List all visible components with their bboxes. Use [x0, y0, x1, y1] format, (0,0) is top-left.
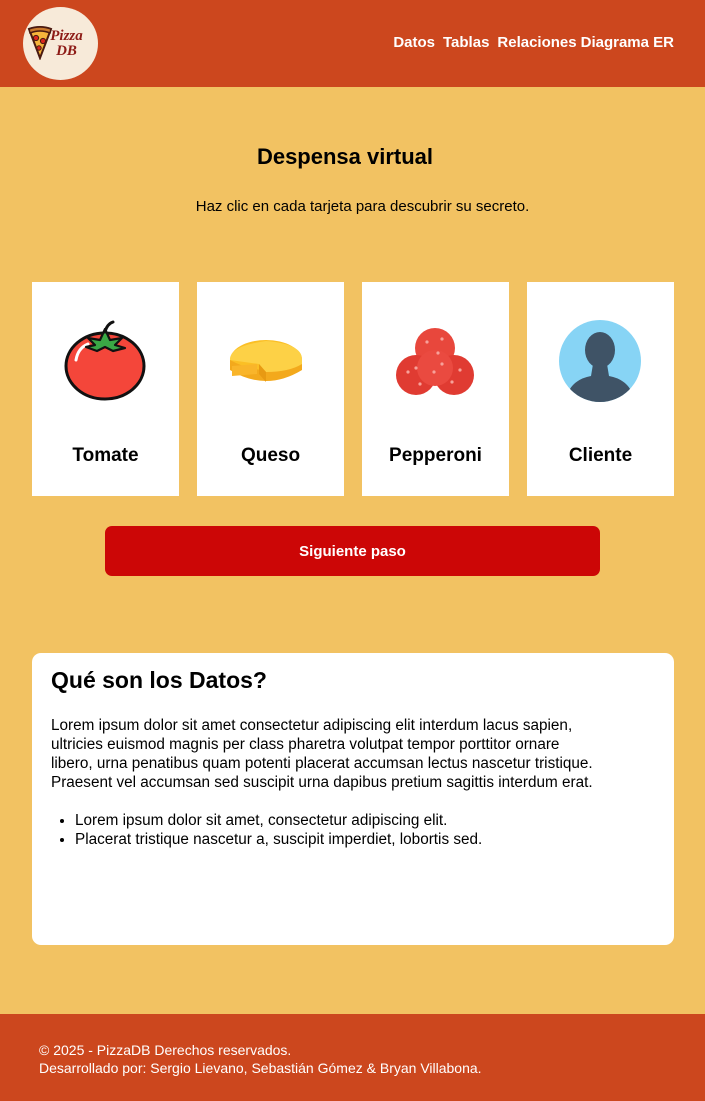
card-label: Cliente [568, 445, 633, 466]
card-pepperoni[interactable]: Pepperoni [362, 282, 509, 496]
next-step-button[interactable]: Siguiente paso [105, 526, 600, 576]
site-header: Pizza DB Datos Tablas Relaciones Diagram… [0, 0, 705, 87]
nav-link-relaciones[interactable]: Relaciones [497, 34, 576, 51]
logo-text: Pizza DB [50, 27, 83, 59]
nav-link-diagrama-er[interactable]: Diagrama ER [581, 34, 674, 51]
info-title: Qué son los Datos? [51, 667, 267, 693]
user-avatar-icon [559, 320, 641, 402]
page-title: Despensa virtual [256, 144, 434, 169]
info-bullet-list: Lorem ipsum dolor sit amet, consectetur … [51, 811, 655, 849]
tomato-icon [64, 320, 146, 401]
site-footer: © 2025 - PizzaDB Derechos reservados. De… [0, 1014, 705, 1101]
main-nav: Datos Tablas Relaciones Diagrama ER [393, 34, 674, 51]
list-item: Lorem ipsum dolor sit amet, consectetur … [75, 811, 655, 830]
cheese-icon [229, 340, 303, 382]
card-cliente[interactable]: Cliente [527, 282, 674, 496]
card-label: Pepperoni [389, 445, 482, 466]
info-panel: Qué son los Datos? Lorem ipsum dolor sit… [32, 653, 674, 945]
pizza-slice-icon [27, 26, 53, 60]
nav-link-datos[interactable]: Datos [393, 34, 435, 51]
nav-link-tablas[interactable]: Tablas [443, 34, 489, 51]
card-label: Tomate [72, 445, 139, 466]
card-queso[interactable]: Queso [197, 282, 344, 496]
page-subtitle: Haz clic en cada tarjeta para descubrir … [195, 198, 530, 215]
pepperoni-icon [396, 328, 474, 395]
pizzadb-logo[interactable]: Pizza DB [23, 7, 98, 80]
card-label: Queso [240, 445, 301, 466]
card-tomate[interactable]: Tomate [32, 282, 179, 496]
footer-credits: Desarrollado por: Sergio Lievano, Sebast… [39, 1060, 482, 1076]
info-body: Lorem ipsum dolor sit amet consectetur a… [51, 717, 593, 791]
footer-copyright: © 2025 - PizzaDB Derechos reservados. [39, 1042, 292, 1058]
list-item: Placerat tristique nascetur a, suscipit … [75, 830, 655, 849]
